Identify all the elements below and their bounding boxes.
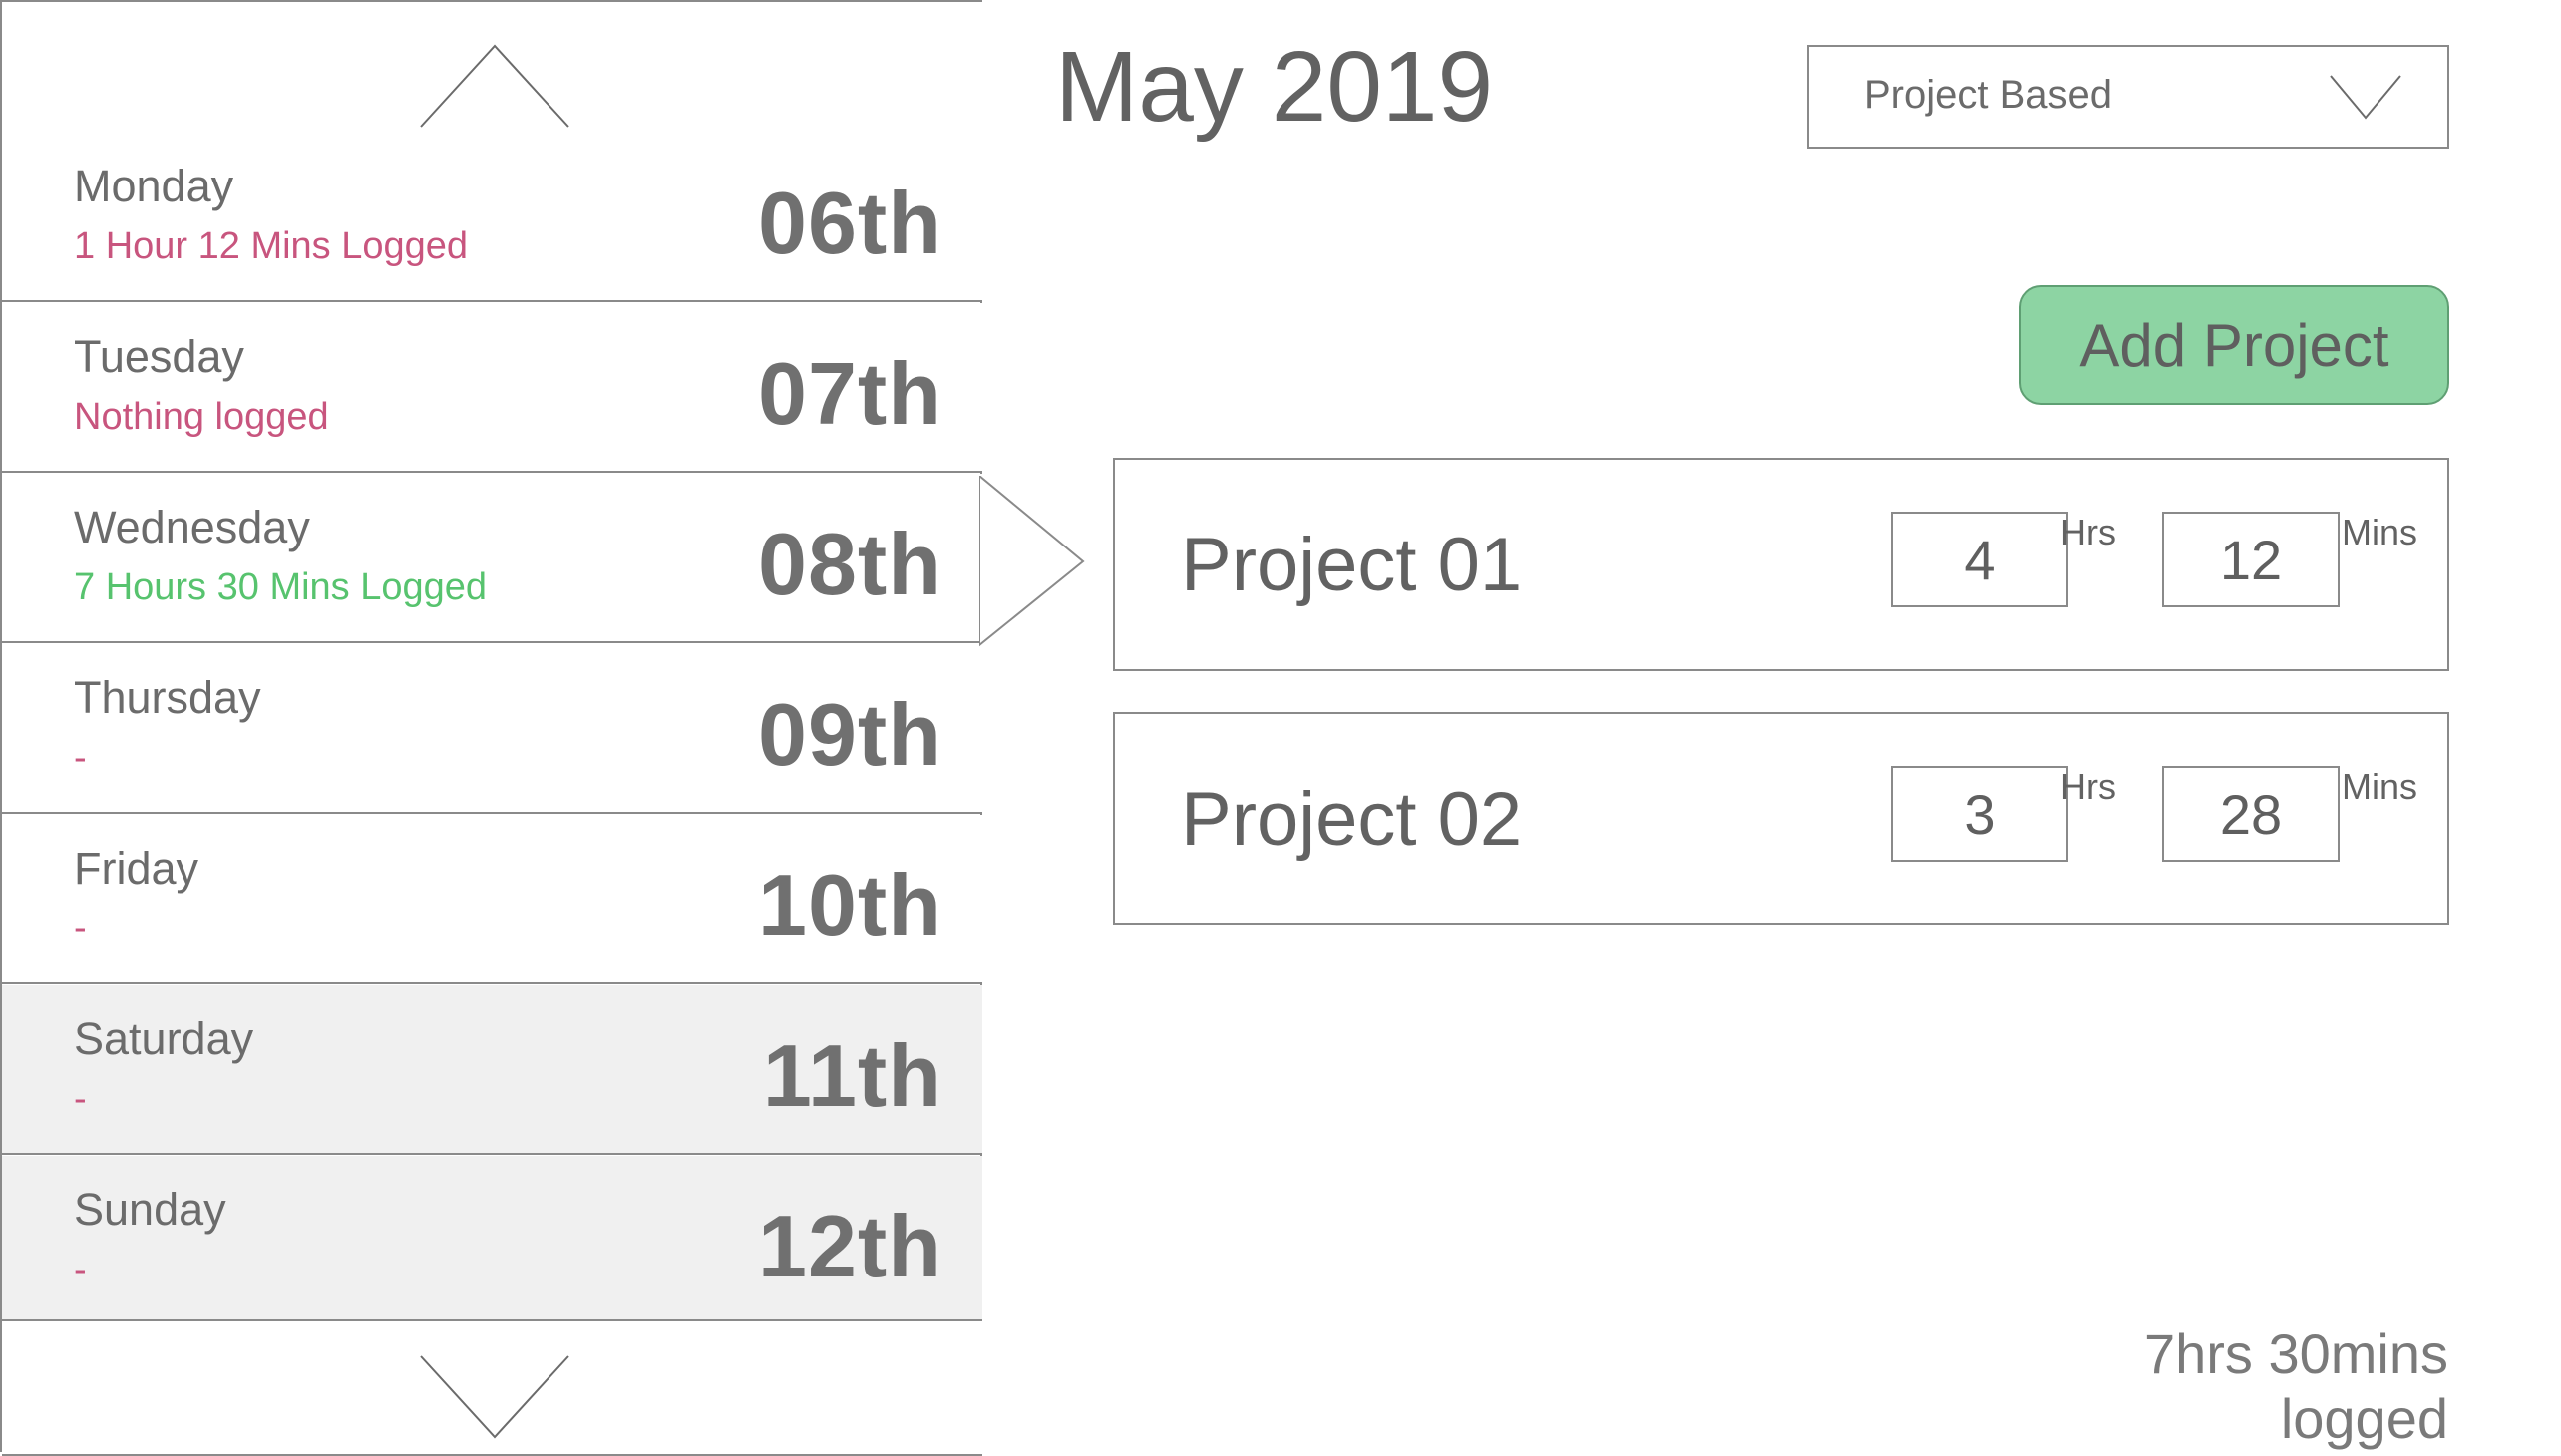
project-name: Project 01 [1181,523,1523,607]
day-date: 06th [758,174,942,272]
day-logged-status: - [74,737,87,779]
minutes-label: Mins [2342,766,2418,807]
day-date: 07th [758,344,942,443]
day-name: Friday [74,843,199,894]
day-date: 08th [758,515,942,613]
day-row-thursday[interactable]: Thursday - 09th [2,644,982,814]
chevron-down-icon [2330,75,2401,120]
total-logged-text: 7hrs 30mins logged [2143,1322,2448,1450]
day-row-saturday[interactable]: Saturday - 11th [2,985,982,1155]
day-logged-status: Nothing logged [74,396,329,438]
day-date: 10th [758,856,942,954]
hours-input[interactable]: 4 [1891,512,2068,607]
mode-select-value: Project Based [1864,73,2113,117]
day-name: Saturday [74,1013,254,1064]
day-row-monday[interactable]: Monday 1 Hour 12 Mins Logged 06th [2,133,982,302]
day-name: Monday [74,161,234,211]
project-card[interactable]: Project 01 4 Hrs 12 Mins [1113,458,2449,671]
day-name: Wednesday [74,502,310,552]
scroll-down-button[interactable] [2,1319,982,1456]
add-project-button[interactable]: Add Project [2019,285,2449,405]
scroll-up-button[interactable] [2,0,982,137]
day-row-tuesday[interactable]: Tuesday Nothing logged 07th [2,303,982,473]
project-card[interactable]: Project 02 3 Hrs 28 Mins [1113,712,2449,925]
chevron-up-icon [420,44,569,128]
day-logged-status: 7 Hours 30 Mins Logged [74,566,488,608]
minutes-input[interactable]: 12 [2162,512,2340,607]
day-logged-status: - [74,908,87,949]
day-name: Thursday [74,672,261,723]
day-sidebar: Monday 1 Hour 12 Mins Logged 06th Tuesday No… [0,0,982,1456]
mode-select[interactable]: Project Based [1807,45,2449,149]
day-date: 12th [758,1197,942,1295]
day-name: Tuesday [74,331,244,382]
page-title: May 2019 [1055,31,1494,143]
day-logged-status: - [74,1249,87,1290]
day-date: 11th [762,1026,942,1125]
hours-input[interactable]: 3 [1891,766,2068,862]
hours-label: Hrs [2060,766,2116,807]
day-logged-status: - [74,1078,87,1120]
day-row-wednesday[interactable]: Wednesday 7 Hours 30 Mins Logged 08th [2,474,982,643]
minutes-label: Mins [2342,512,2418,552]
day-row-friday[interactable]: Friday - 10th [2,815,982,984]
minutes-input[interactable]: 28 [2162,766,2340,862]
triangle-right-icon [979,476,1085,647]
project-name: Project 02 [1181,777,1523,862]
day-logged-status: 1 Hour 12 Mins Logged [74,225,469,267]
hours-label: Hrs [2060,512,2116,552]
day-name: Sunday [74,1184,226,1235]
chevron-down-icon [420,1355,569,1439]
day-date: 09th [758,685,942,784]
day-row-sunday[interactable]: Sunday - 12th [2,1156,982,1325]
